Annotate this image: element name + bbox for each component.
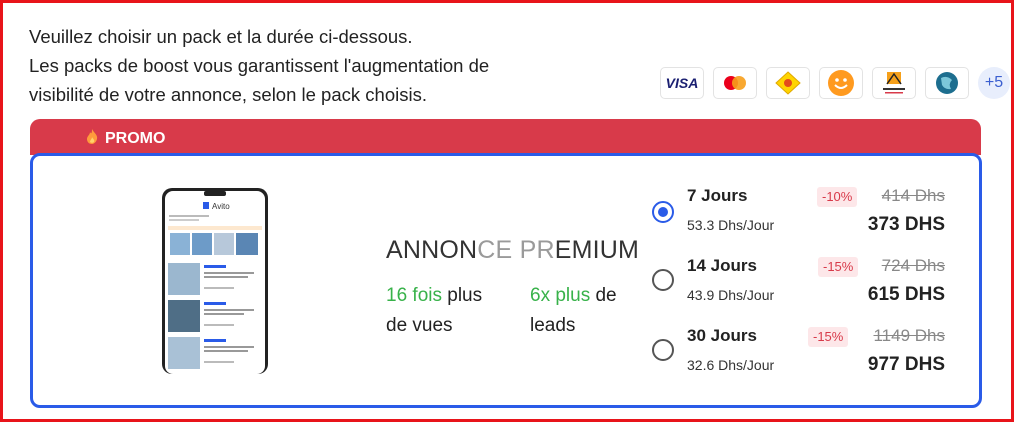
option-duration: 30 Jours [687,326,757,345]
discount-badge: -10% [817,187,858,207]
stat-views: 16 fois plus de vues [386,281,482,341]
globe-icon [925,67,969,99]
postal-icon [766,67,810,99]
radio-unselected[interactable] [652,269,674,291]
discount-badge: -15% [818,257,859,277]
payment-methods: VISA +5 [660,67,1010,99]
phone-mockup: Avito [162,188,268,374]
discount-badge: -15% [808,327,849,347]
visa-icon: VISA [660,67,704,99]
new-price: 977 DHS [867,354,945,375]
visa-label: VISA [665,75,699,91]
promo-text: PROMO [105,130,166,147]
option-30-days[interactable]: 30 Jours 32.6 Dhs/Jour -15% 1149 Dhs 977… [650,323,945,383]
stat-text: de vues [386,315,453,336]
promo-banner: PROMO [30,119,981,155]
attijari-icon [872,67,916,99]
pack-title-part: EMIUM [554,236,640,264]
stat-text: leads [530,315,576,336]
option-duration: 14 Jours [687,256,757,275]
old-price: 414 Dhs [881,186,945,205]
option-per-day: 43.9 Dhs/Jour [687,287,775,303]
new-price: 373 DHS [867,214,945,235]
stat-highlight: 6x plus [530,285,591,306]
smiley-icon [819,67,863,99]
option-7-days[interactable]: 7 Jours 53.3 Dhs/Jour -10% 414 Dhs 373 D… [650,183,945,243]
radio-unselected[interactable] [652,339,674,361]
option-per-day: 53.3 Dhs/Jour [687,217,775,233]
old-price: 1149 Dhs [873,326,945,345]
option-per-day: 32.6 Dhs/Jour [687,357,775,373]
new-price: 615 DHS [867,284,945,305]
intro-line: visibilité de votre annonce, selon le pa… [29,84,427,105]
intro-text: Veuillez choisir un pack et la durée ci-… [29,22,489,109]
stat-highlight: 16 fois [386,285,442,306]
app-name: Avito [212,202,230,211]
pack-title-part: PR [519,236,555,264]
mastercard-icon [713,67,757,99]
stat-leads: 6x plus de leads [530,281,617,341]
intro-line: Les packs de boost vous garantissent l'a… [29,55,490,76]
flame-icon [85,128,99,150]
stat-text: de [590,285,617,306]
option-14-days[interactable]: 14 Jours 43.9 Dhs/Jour -15% 724 Dhs 615 … [650,253,945,313]
more-payments-badge[interactable]: +5 [978,67,1010,99]
pack-title: ANNONCE PREMIUM [386,236,639,265]
pack-title-part: CE [477,236,520,264]
pack-title-part: ANNON [386,236,478,264]
intro-line: Veuillez choisir un pack et la durée ci-… [29,26,413,47]
stat-text: plus [441,285,483,306]
old-price: 724 Dhs [881,256,945,275]
promo-label-group: PROMO [85,128,165,150]
radio-selected[interactable] [652,201,674,223]
option-duration: 7 Jours [687,186,748,205]
